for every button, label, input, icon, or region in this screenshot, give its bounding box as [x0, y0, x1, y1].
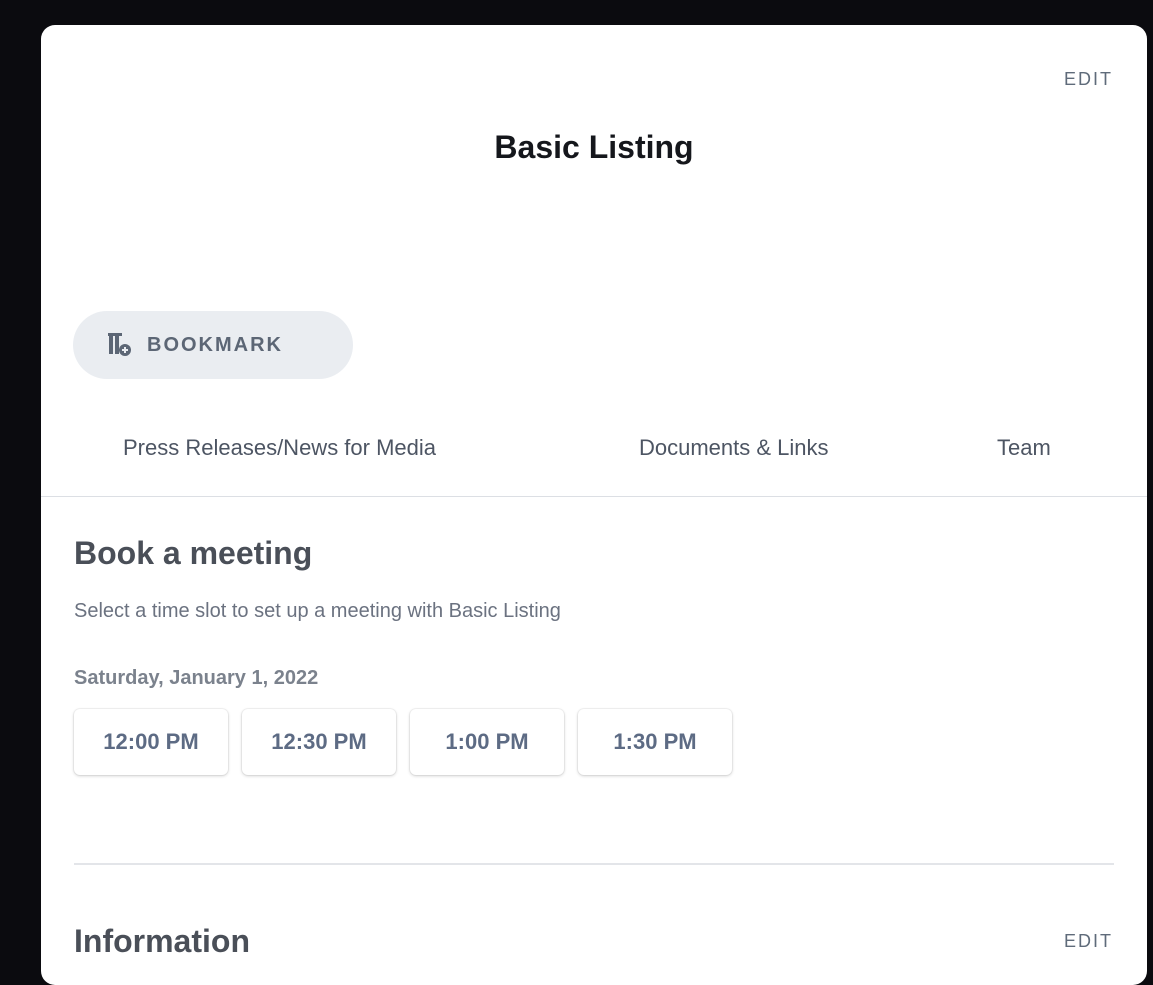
tab-press-releases[interactable]: Press Releases/News for Media	[123, 435, 436, 461]
time-slot-button[interactable]: 12:30 PM	[242, 709, 396, 775]
book-meeting-subtitle: Select a time slot to set up a meeting w…	[74, 600, 561, 622]
time-slot-button[interactable]: 1:30 PM	[578, 709, 732, 775]
section-divider	[74, 863, 1114, 865]
meeting-date: Saturday, January 1, 2022	[74, 667, 319, 689]
time-slot-button[interactable]: 12:00 PM	[74, 709, 228, 775]
tab-bar: Press Releases/News for Media Documents …	[41, 421, 1147, 497]
time-slot-button[interactable]: 1:00 PM	[410, 709, 564, 775]
information-title: Information	[74, 923, 250, 959]
page-title: Basic Listing	[494, 129, 694, 165]
listing-card: EDIT Basic Listing BOOKMARK Press Releas…	[41, 25, 1147, 985]
edit-information-button[interactable]: EDIT	[1064, 931, 1113, 952]
edit-listing-button[interactable]: EDIT	[1064, 69, 1113, 90]
tab-documents-links[interactable]: Documents & Links	[639, 435, 829, 461]
bookmark-add-icon	[107, 332, 133, 358]
bookmark-label: BOOKMARK	[147, 333, 283, 356]
tab-team[interactable]: Team	[997, 435, 1051, 461]
book-meeting-title: Book a meeting	[74, 535, 313, 571]
bookmark-button[interactable]: BOOKMARK	[73, 311, 353, 379]
time-slot-list: 12:00 PM 12:30 PM 1:00 PM 1:30 PM	[74, 709, 732, 775]
